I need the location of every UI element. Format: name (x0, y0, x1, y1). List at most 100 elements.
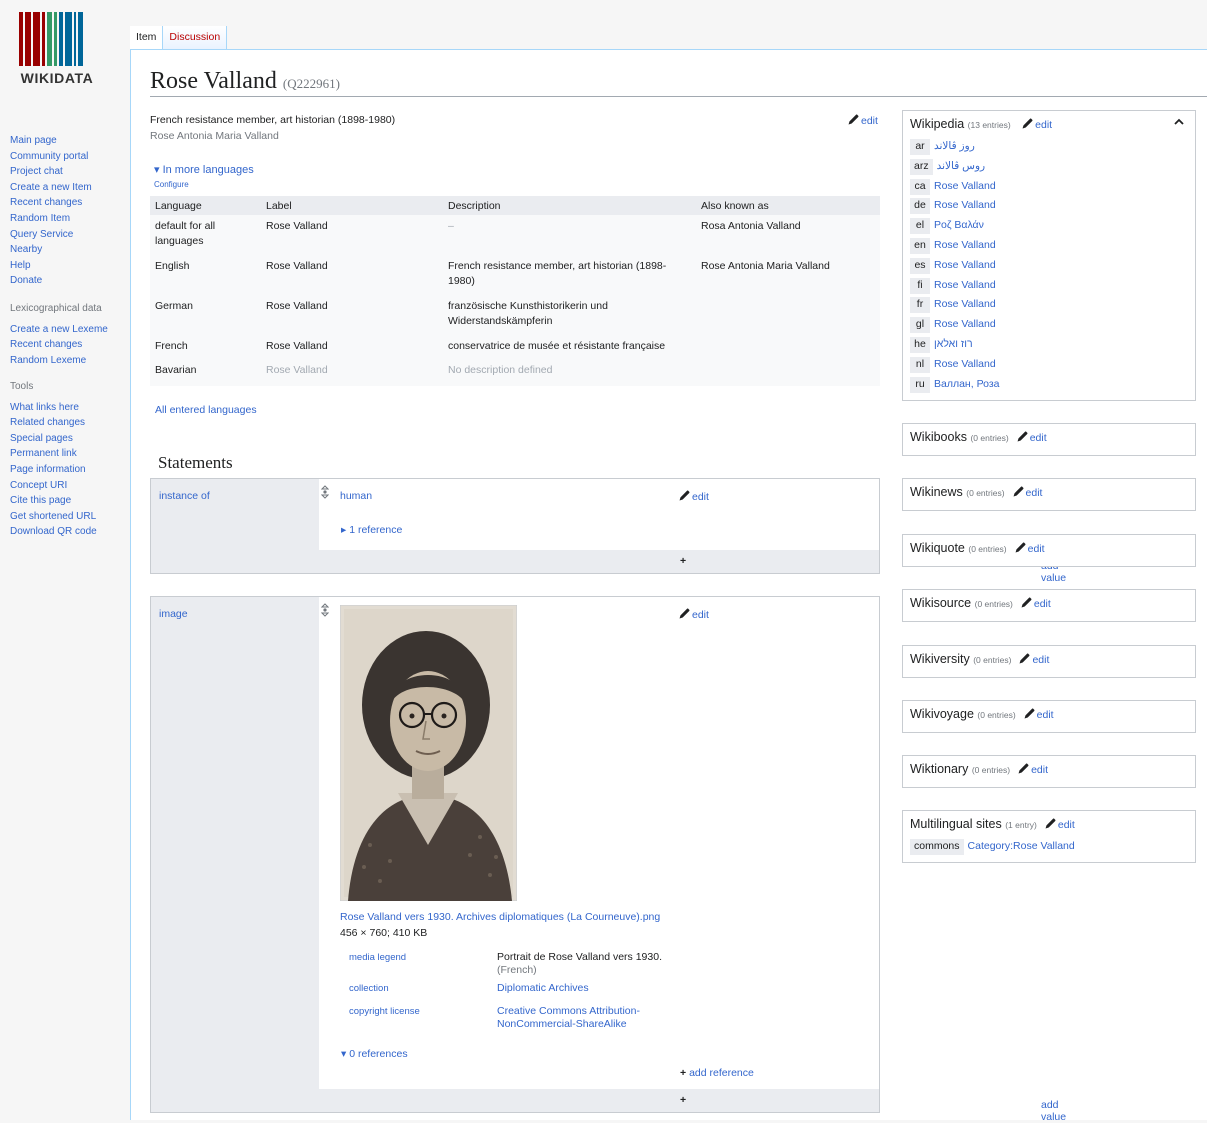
sitelink-title-link[interactable]: Ροζ Βαλάν (934, 219, 984, 231)
label-cell[interactable]: Rose Valland (261, 360, 443, 386)
description-cell[interactable]: No description defined (443, 360, 696, 386)
sitelinks-wikiversity: Wikiversity (0 entries) edit (902, 645, 1196, 678)
tab-item[interactable]: Item (130, 26, 163, 49)
sitelink-title-link[interactable]: Валлан, Роза (934, 378, 1000, 390)
site-code: he (910, 337, 930, 353)
portrait-thumbnail-image[interactable] (340, 605, 517, 901)
configure-link[interactable]: Configure (154, 180, 189, 189)
qualifier-value-link[interactable]: Diplomatic Archives (497, 982, 589, 995)
nav-link[interactable]: What links here (10, 400, 97, 416)
site-code: es (910, 257, 930, 274)
nav-link[interactable]: Permanent link (10, 446, 97, 462)
sitelink-title-link[interactable]: Rose Valland (934, 279, 996, 291)
sitelink-title-link[interactable]: روز ڤالاند (934, 140, 975, 152)
sitelinks-edit-link[interactable]: edit (1017, 431, 1047, 444)
statement-edit-link[interactable]: edit (679, 490, 709, 503)
add-reference-label: add reference (689, 1067, 754, 1079)
qualifier-value: Portrait de Rose Valland vers 1930. (Fre… (497, 951, 667, 977)
aliases-cell[interactable] (696, 296, 880, 336)
references-toggle[interactable]: ▸ 1 reference (341, 524, 402, 536)
sitelinks-edit-link[interactable]: edit (1045, 818, 1075, 831)
label-cell[interactable]: Rose Valland (261, 256, 443, 296)
sitelink-title-link[interactable]: Category:Rose Valland (968, 840, 1075, 852)
sitelinks-edit-link[interactable]: edit (1019, 653, 1049, 666)
aliases-cell[interactable] (696, 360, 880, 386)
property-link[interactable]: image (159, 608, 188, 620)
references-toggle[interactable]: ▾ 0 references (341, 1048, 408, 1060)
chevron-up-icon[interactable] (1173, 117, 1185, 127)
nav-link[interactable]: Page information (10, 462, 97, 478)
sitelink-title-link[interactable]: רוז ואלאן (934, 338, 973, 350)
sitelinks-edit-link[interactable]: edit (1021, 597, 1051, 610)
rank-normal-icon[interactable] (321, 485, 329, 499)
fingerprint-edit-link[interactable]: edit (848, 114, 878, 127)
sitelink-title-link[interactable]: Rose Valland (934, 239, 996, 251)
sitelink-title-link[interactable]: Rose Valland (934, 180, 996, 192)
nav-link[interactable]: Cite this page (10, 493, 97, 509)
description-cell[interactable]: – (443, 215, 696, 256)
nav-link[interactable]: Help (10, 258, 92, 274)
sitelink-title-link[interactable]: Rose Valland (934, 358, 996, 370)
sitelinks-edit-link[interactable]: edit (1022, 118, 1052, 131)
nav-link[interactable]: Related changes (10, 415, 97, 431)
sitelink-title-link[interactable]: Rose Valland (934, 199, 996, 211)
sitelinks-title: Wikipedia (910, 117, 965, 131)
description-cell[interactable]: französische Kunsthistorikerin und Wider… (443, 296, 696, 336)
nav-link[interactable]: Community portal (10, 149, 92, 165)
wikidata-logo[interactable]: WIKIDATA (10, 12, 104, 92)
sitelinks-edit-link[interactable]: edit (1024, 708, 1054, 721)
statement-edit-link[interactable]: edit (679, 608, 709, 621)
nav-link[interactable]: Main page (10, 133, 92, 149)
nav-link[interactable]: Recent changes (10, 337, 108, 353)
qualifier-property-link[interactable]: copyright license (349, 1006, 420, 1017)
aliases-cell[interactable] (696, 336, 880, 360)
sitelink-title-link[interactable]: Rose Valland (934, 318, 996, 330)
property-link[interactable]: instance of (159, 490, 210, 502)
qualifier-property-link[interactable]: media legend (349, 952, 406, 963)
nav-link[interactable]: Download QR code (10, 524, 97, 540)
statement-group-image: image edit Rose Valland vers 1930. Archi… (150, 596, 1066, 1123)
pencil-icon (848, 114, 859, 125)
qualifier-property-link[interactable]: collection (349, 983, 389, 994)
aliases-cell[interactable]: Rosa Antonia Valland (696, 215, 880, 256)
rank-normal-icon[interactable] (321, 603, 329, 617)
references-label: 0 references (349, 1048, 408, 1060)
nav-link[interactable]: Concept URI (10, 478, 97, 494)
nav-link[interactable]: Random Lexeme (10, 353, 108, 369)
label-cell[interactable]: Rose Valland (261, 336, 443, 360)
sitelinks-edit-link[interactable]: edit (1018, 763, 1048, 776)
nav-link[interactable]: Create a new Lexeme (10, 322, 108, 338)
nav-link[interactable]: Random Item (10, 211, 92, 227)
description-cell[interactable]: French resistance member, art historian … (443, 256, 696, 296)
sitelink-title-link[interactable]: Rose Valland (934, 298, 996, 310)
sitelinks-edit-link[interactable]: edit (1013, 486, 1042, 499)
nav-link[interactable]: Get shortened URL (10, 509, 97, 525)
nav-link[interactable]: Recent changes (10, 195, 92, 211)
tab-discussion[interactable]: Discussion (162, 26, 228, 49)
label-cell[interactable]: Rose Valland (261, 215, 443, 256)
nav-link[interactable]: Nearby (10, 242, 92, 258)
sitelinks-title: Wiktionary (910, 762, 969, 776)
nav-link[interactable]: Donate (10, 273, 92, 289)
aliases-cell[interactable]: Rose Antonia Maria Valland (696, 256, 880, 296)
add-reference-button[interactable]: + add reference (680, 1067, 754, 1079)
sitelink-title-link[interactable]: روس ڤالاند (937, 160, 986, 172)
statements-heading: Statements (158, 453, 233, 472)
all-entered-languages-link[interactable]: All entered languages (155, 404, 257, 416)
image-file-link[interactable]: Rose Valland vers 1930. Archives diploma… (340, 911, 660, 923)
property-cell: instance of (151, 479, 319, 573)
nav-link[interactable]: Special pages (10, 431, 97, 447)
nav-link[interactable]: Query Service (10, 227, 92, 243)
media-legend-text: Portrait de Rose Valland vers 1930. (497, 951, 662, 963)
label-cell[interactable]: Rose Valland (261, 296, 443, 336)
sitelink-title-link[interactable]: Rose Valland (934, 259, 996, 271)
description-cell[interactable]: conservatrice de musée et résistante fra… (443, 336, 696, 360)
nav-link[interactable]: Create a new Item (10, 180, 92, 196)
qualifier-value-link[interactable]: Creative Commons Attribution-NonCommerci… (497, 1005, 667, 1031)
nav-link[interactable]: Project chat (10, 164, 92, 180)
site-code: ar (910, 139, 930, 155)
sitelinks-edit-link[interactable]: edit (1015, 542, 1045, 555)
site-code: arz (910, 158, 933, 175)
statement-value-link[interactable]: human (340, 490, 372, 502)
in-more-languages-toggle[interactable]: ▾ In more languages (154, 163, 254, 176)
